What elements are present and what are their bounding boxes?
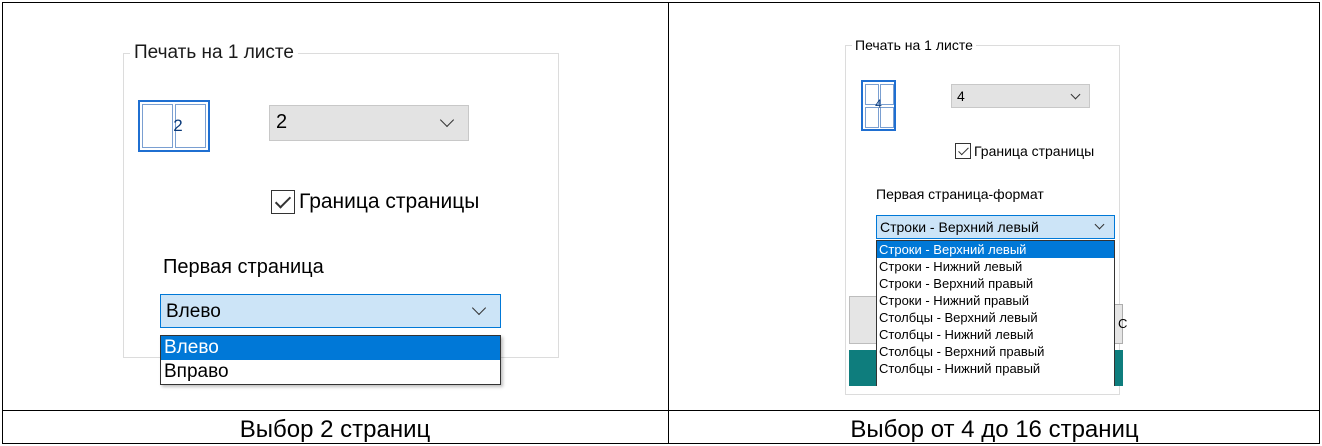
background-dialog-button — [849, 296, 877, 344]
right-option-1[interactable]: Строки - Верхний левый — [877, 241, 1114, 258]
left-border-checkbox-label[interactable]: Граница страницы — [299, 190, 479, 214]
checkmark-icon — [274, 192, 292, 209]
right-option-2[interactable]: Строки - Нижний левый — [877, 258, 1114, 275]
background-teal-area — [849, 350, 877, 386]
left-pages-combo-value: 2 — [276, 111, 288, 133]
left-border-checkbox[interactable] — [271, 190, 295, 214]
right-caption: Выбор от 4 до 16 страниц — [850, 416, 1139, 443]
four-page-layout-icon: 4 — [861, 80, 896, 131]
two-page-layout-icon: 2 — [138, 100, 210, 152]
right-option-4[interactable]: Строки - Нижний правый — [877, 292, 1114, 309]
right-option-3[interactable]: Строки - Верхний правый — [877, 275, 1114, 292]
right-first-page-value: Строки - Верхний левый — [880, 219, 1039, 235]
left-option-left[interactable]: Влево — [161, 336, 500, 360]
right-option-6[interactable]: Столбцы - Нижний левый — [877, 326, 1114, 343]
checkmark-icon — [958, 144, 969, 156]
layout-icon-number: 4 — [875, 97, 882, 111]
left-first-page-label: Первая страница — [163, 256, 324, 278]
left-caption: Выбор 2 страниц — [239, 416, 431, 443]
left-pages-combo[interactable]: 2 — [269, 105, 469, 141]
left-first-page-options-list: Влево Вправо — [160, 335, 501, 385]
right-option-8[interactable]: Столбцы - Нижний правый — [877, 360, 1114, 377]
right-first-page-dropdown[interactable]: Строки - Верхний левый — [876, 215, 1115, 239]
left-first-page-dropdown[interactable]: Влево — [160, 294, 501, 328]
caption-divider — [2, 410, 1320, 411]
right-option-5[interactable]: Столбцы - Верхний левый — [877, 309, 1114, 326]
right-first-page-options-list: Строки - Верхний левый Строки - Нижний л… — [876, 240, 1115, 386]
column-divider — [668, 2, 669, 444]
right-first-page-format-label: Первая страница-формат — [876, 186, 1044, 202]
layout-icon-number: 2 — [173, 116, 183, 135]
chevron-down-icon — [1070, 89, 1081, 100]
background-button-letter: С — [1118, 316, 1128, 331]
left-first-page-value: Влево — [166, 301, 221, 322]
chevron-down-icon — [471, 300, 487, 316]
chevron-down-icon — [1094, 219, 1105, 230]
left-group-title: Печать на 1 листе — [130, 42, 298, 64]
right-pages-combo[interactable]: 4 — [951, 84, 1090, 108]
right-group-title: Печать на 1 листе — [852, 37, 976, 53]
right-border-checkbox-label[interactable]: Граница страницы — [974, 143, 1094, 159]
right-pages-combo-value: 4 — [957, 88, 965, 104]
left-option-right[interactable]: Вправо — [161, 360, 500, 384]
right-border-checkbox[interactable] — [955, 143, 971, 159]
chevron-down-icon — [439, 112, 455, 128]
right-option-7[interactable]: Столбцы - Верхний правый — [877, 343, 1114, 360]
